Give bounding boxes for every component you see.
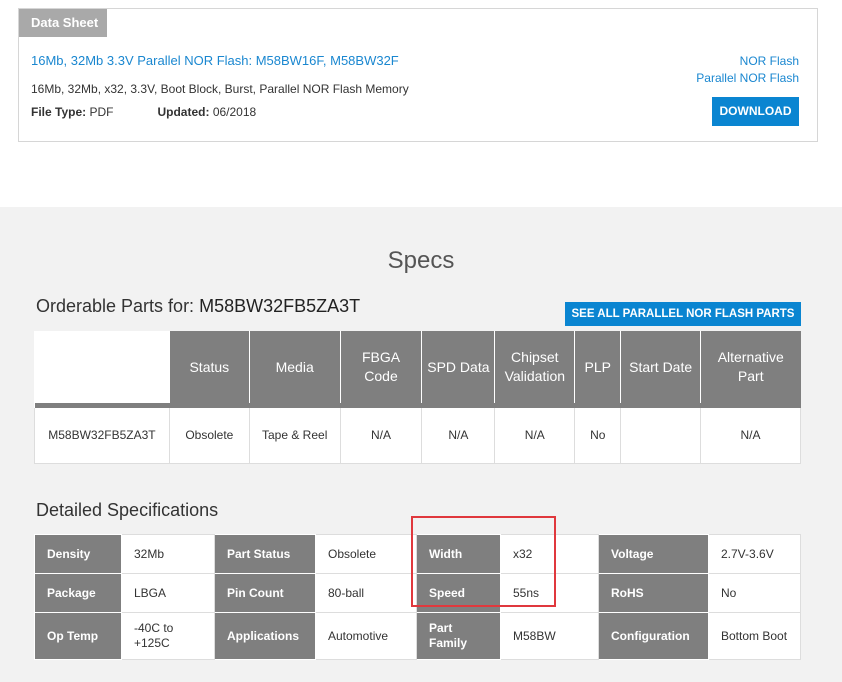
col-media: Media	[248, 331, 341, 403]
cell-alternative-part: N/A	[700, 408, 801, 464]
header-blank	[34, 331, 170, 403]
orderable-parts-table: Status Media FBGA Code SPD Data Chipset …	[34, 331, 801, 464]
spec-key-rohs: RoHS	[598, 573, 709, 613]
col-alternative-part: Alternative Part	[700, 331, 801, 403]
cell-plp: No	[574, 408, 621, 464]
spec-key-package: Package	[34, 573, 122, 613]
nor-flash-link[interactable]: NOR Flash	[696, 53, 799, 70]
spec-value-package: LBGA	[121, 573, 215, 613]
updated-value: 06/2018	[212, 105, 257, 119]
col-fbga-code: FBGA Code	[339, 331, 422, 403]
col-start-date: Start Date	[620, 331, 701, 403]
cell-status: Obsolete	[168, 408, 250, 464]
spec-key-pin-count: Pin Count	[214, 573, 316, 613]
spec-value-applications: Automotive	[315, 612, 417, 660]
datasheet-card: Data Sheet 16Mb, 32Mb 3.3V Parallel NOR …	[18, 8, 818, 142]
col-status: Status	[168, 331, 250, 403]
file-type-label: File Type:	[31, 105, 87, 119]
col-chipset-validation: Chipset Validation	[494, 331, 575, 403]
parallel-nor-flash-link[interactable]: Parallel NOR Flash	[696, 70, 799, 87]
cell-fbga-code: N/A	[339, 408, 422, 464]
datasheet-description: 16Mb, 32Mb, x32, 3.3V, Boot Block, Burst…	[31, 82, 409, 96]
specs-heading: Specs	[387, 247, 455, 274]
cell-start-date	[620, 408, 701, 464]
spec-key-configuration: Configuration	[598, 612, 709, 660]
see-all-parts-button[interactable]: SEE ALL PARALLEL NOR FLASH PARTS	[565, 302, 801, 326]
orderable-part-number: M58BW32FB5ZA3T	[199, 296, 361, 316]
spec-value-part-family: M58BW	[500, 612, 599, 660]
orderable-parts-heading: Orderable Parts for: M58BW32FB5ZA3T	[36, 296, 360, 317]
cell-part-number[interactable]: M58BW32FB5ZA3T	[34, 408, 170, 464]
spec-value-part-status: Obsolete	[315, 534, 417, 574]
cell-chipset-validation: N/A	[494, 408, 575, 464]
updated-label: Updated:	[157, 105, 210, 119]
highlight-box	[411, 516, 556, 607]
spec-key-part-family: Part Family	[416, 612, 501, 660]
specs-section: Specs Orderable Parts for: M58BW32FB5ZA3…	[0, 207, 842, 682]
category-links: NOR Flash Parallel NOR Flash	[696, 53, 799, 87]
spec-value-pin-count: 80-ball	[315, 573, 417, 613]
download-button[interactable]: DOWNLOAD	[712, 97, 799, 126]
spec-value-op-temp: -40C to +125C	[121, 612, 215, 660]
datasheet-meta: File Type: PDF Updated: 06/2018	[31, 105, 256, 119]
col-plp: PLP	[574, 331, 621, 403]
table-row: M58BW32FB5ZA3T Obsolete Tape & Reel N/A …	[34, 408, 801, 464]
col-spd-data: SPD Data	[421, 331, 495, 403]
datasheet-title-link[interactable]: 16Mb, 32Mb 3.3V Parallel NOR Flash: M58B…	[31, 53, 399, 68]
spec-key-applications: Applications	[214, 612, 316, 660]
spec-key-op-temp: Op Temp	[34, 612, 122, 660]
spec-value-configuration: Bottom Boot	[708, 612, 801, 660]
spec-key-voltage: Voltage	[598, 534, 709, 574]
spec-key-density: Density	[34, 534, 122, 574]
cell-media: Tape & Reel	[248, 408, 341, 464]
spec-key-part-status: Part Status	[214, 534, 316, 574]
file-type-value: PDF	[89, 105, 114, 119]
spec-value-voltage: 2.7V-3.6V	[708, 534, 801, 574]
spec-value-rohs: No	[708, 573, 801, 613]
cell-spd-data: N/A	[421, 408, 495, 464]
orderable-label: Orderable Parts for:	[36, 296, 195, 316]
detailed-specs-heading: Detailed Specifications	[36, 500, 219, 520]
spec-row: Op Temp -40C to +125C Applications Autom…	[34, 612, 801, 660]
spec-value-density: 32Mb	[121, 534, 215, 574]
datasheet-tag: Data Sheet	[19, 9, 107, 37]
table-header-row: Status Media FBGA Code SPD Data Chipset …	[34, 331, 801, 403]
